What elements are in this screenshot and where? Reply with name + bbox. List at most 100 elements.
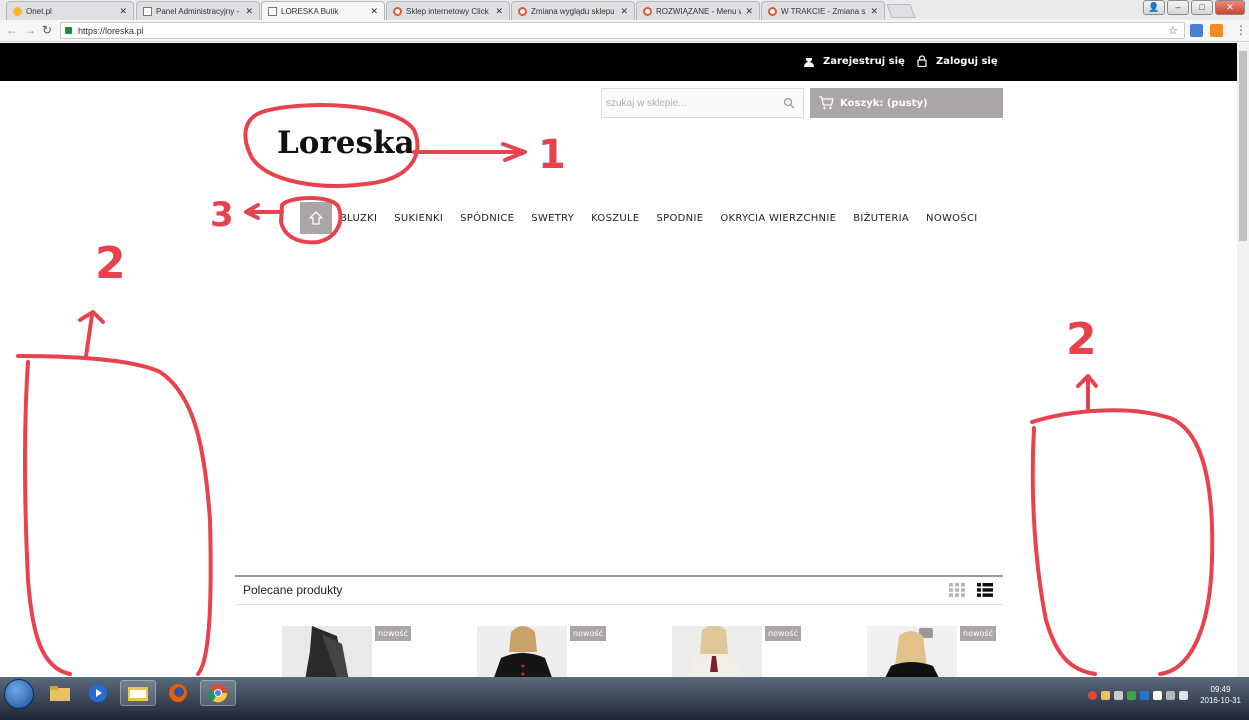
- menu-item-koszule[interactable]: KOSZULE: [591, 213, 639, 224]
- tab-label: ROZWIĄZANE - Menu w: [656, 6, 742, 16]
- main-menu: BLUZKI SUKIENKI SPÓDNICE SWETRY KOSZULE …: [300, 202, 995, 234]
- chrome-icon[interactable]: [200, 680, 236, 706]
- new-tab-button[interactable]: [886, 4, 916, 18]
- tab-loreska-butik[interactable]: LORESKA Butik ✕: [261, 1, 385, 20]
- help-icon: [643, 6, 652, 16]
- notification-icon[interactable]: [1101, 690, 1111, 700]
- close-icon[interactable]: ✕: [745, 6, 753, 17]
- media-player-icon[interactable]: [80, 680, 116, 706]
- tab-onet[interactable]: Onet.pl ✕: [6, 1, 134, 20]
- bookmark-star-icon[interactable]: ☆: [1168, 24, 1178, 37]
- home-icon: [309, 211, 323, 225]
- clock[interactable]: 09:49 2016-10-31: [1200, 684, 1241, 706]
- close-icon[interactable]: ✕: [620, 6, 628, 17]
- flag-icon[interactable]: [1114, 690, 1124, 700]
- menu-icon[interactable]: ⋮: [1235, 23, 1247, 37]
- firefox-icon[interactable]: [160, 680, 196, 706]
- close-icon[interactable]: ✕: [870, 6, 878, 17]
- product-thumbnail[interactable]: [867, 626, 957, 677]
- home-button[interactable]: [300, 202, 332, 234]
- extension-icon[interactable]: [1210, 24, 1223, 37]
- tab-panel-administracyjny[interactable]: Panel Administracyjny - ✕: [136, 1, 260, 20]
- product-thumbnail[interactable]: [672, 626, 762, 677]
- user-icon: [804, 56, 814, 67]
- page-icon: [143, 6, 152, 16]
- display-icon[interactable]: [1179, 690, 1189, 700]
- chrome-tray-icon[interactable]: [1088, 690, 1098, 700]
- menu-item-spodnice[interactable]: SPÓDNICE: [460, 213, 514, 224]
- register-link[interactable]: Zarejestruj się: [803, 55, 905, 67]
- close-icon[interactable]: ✕: [495, 6, 503, 17]
- menu-item-bizuteria[interactable]: BIŻUTERIA: [853, 213, 909, 224]
- search-box: [601, 88, 804, 118]
- site-logo[interactable]: Loreska: [277, 125, 415, 161]
- address-bar: ← → ↻ https://loreska.pl ☆ ⋮: [0, 20, 1249, 42]
- tab-sklep-internetowy[interactable]: Sklep internetowy Click ✕: [386, 1, 510, 20]
- close-window-button[interactable]: ✕: [1215, 0, 1245, 15]
- menu-item-swetry[interactable]: SWETRY: [531, 213, 574, 224]
- close-icon[interactable]: ✕: [370, 6, 378, 17]
- login-label: Zaloguj się: [936, 55, 998, 67]
- clock-time: 09:49: [1210, 685, 1231, 694]
- url-field[interactable]: https://loreska.pl ☆: [60, 22, 1185, 39]
- tab-w-trakcie[interactable]: W TRAKCIE - Zmiana sz ✕: [761, 1, 885, 20]
- back-icon[interactable]: ←: [6, 23, 18, 37]
- lock-icon: [65, 27, 72, 34]
- menu-item-spodnie[interactable]: SPODNIE: [657, 213, 704, 224]
- minimize-button[interactable]: –: [1167, 0, 1189, 15]
- taskbar: 09:49 2016-10-31: [0, 677, 1249, 720]
- translate-extension-icon[interactable]: [1190, 24, 1203, 37]
- product-thumbnail[interactable]: [282, 626, 372, 677]
- menu-item-sukienki[interactable]: SUKIENKI: [394, 213, 443, 224]
- update-tray-icon[interactable]: [1153, 690, 1163, 700]
- help-icon: [768, 6, 777, 16]
- product-image: [282, 626, 372, 677]
- security-tray-icon[interactable]: [1140, 690, 1150, 700]
- search-input[interactable]: [602, 89, 772, 117]
- tab-label: Sklep internetowy Click: [406, 6, 489, 16]
- tab-label: Onet.pl: [26, 6, 52, 16]
- product-image: [867, 626, 957, 677]
- scrollbar-thumb[interactable]: [1239, 51, 1247, 241]
- close-icon[interactable]: ✕: [245, 6, 253, 17]
- cart-button[interactable]: Koszyk: (pusty): [810, 88, 1003, 118]
- product-image: [672, 626, 762, 677]
- start-button[interactable]: [4, 679, 34, 709]
- tab-label: LORESKA Butik: [281, 6, 339, 16]
- browser-tab-strip: Onet.pl ✕ Panel Administracyjny - ✕ LORE…: [0, 0, 1249, 20]
- new-badge: nowość: [960, 626, 996, 641]
- cart-icon: [819, 96, 834, 110]
- web-page: Zarejestruj się Zaloguj się Koszyk: (pus…: [0, 43, 1237, 677]
- forward-icon[interactable]: →: [24, 23, 36, 37]
- product-image: [477, 626, 567, 677]
- user-icon[interactable]: 👤: [1143, 0, 1165, 15]
- window-controls: 👤 – □ ✕: [1143, 0, 1245, 16]
- new-badge: nowość: [765, 626, 801, 641]
- explorer-icon[interactable]: [42, 680, 78, 706]
- register-label: Zarejestruj się: [823, 55, 905, 67]
- clock-date: 2016-10-31: [1200, 696, 1241, 705]
- search-icon[interactable]: [783, 97, 795, 109]
- grid-view-icon[interactable]: [949, 583, 965, 597]
- reload-icon[interactable]: ↻: [42, 23, 52, 37]
- tab-label: Panel Administracyjny -: [156, 6, 240, 16]
- product-thumbnail[interactable]: [477, 626, 567, 677]
- tab-zmiana-wygladu[interactable]: Zmiana wyglądu sklepu ✕: [511, 1, 635, 20]
- maximize-button[interactable]: □: [1191, 0, 1213, 15]
- login-link[interactable]: Zaloguj się: [916, 55, 998, 67]
- list-view-icon[interactable]: [977, 583, 993, 597]
- page-scrollbar[interactable]: [1237, 43, 1249, 677]
- onet-icon: [13, 6, 22, 16]
- help-icon: [518, 6, 527, 16]
- network-tray-icon[interactable]: [1127, 690, 1137, 700]
- menu-item-okrycia-wierzchnie[interactable]: OKRYCIA WIERZCHNIE: [720, 213, 836, 224]
- folder-icon[interactable]: [120, 680, 156, 706]
- close-icon[interactable]: ✕: [119, 6, 127, 17]
- volume-icon[interactable]: [1166, 690, 1176, 700]
- tab-rozwiazane-menu[interactable]: ROZWIĄZANE - Menu w ✕: [636, 1, 760, 20]
- menu-item-nowosci[interactable]: NOWOŚCI: [926, 213, 978, 224]
- url-text: https://loreska.pl: [78, 25, 144, 36]
- tab-label: W TRAKCIE - Zmiana sz: [781, 6, 867, 16]
- help-icon: [393, 6, 402, 16]
- menu-item-bluzki[interactable]: BLUZKI: [340, 213, 377, 224]
